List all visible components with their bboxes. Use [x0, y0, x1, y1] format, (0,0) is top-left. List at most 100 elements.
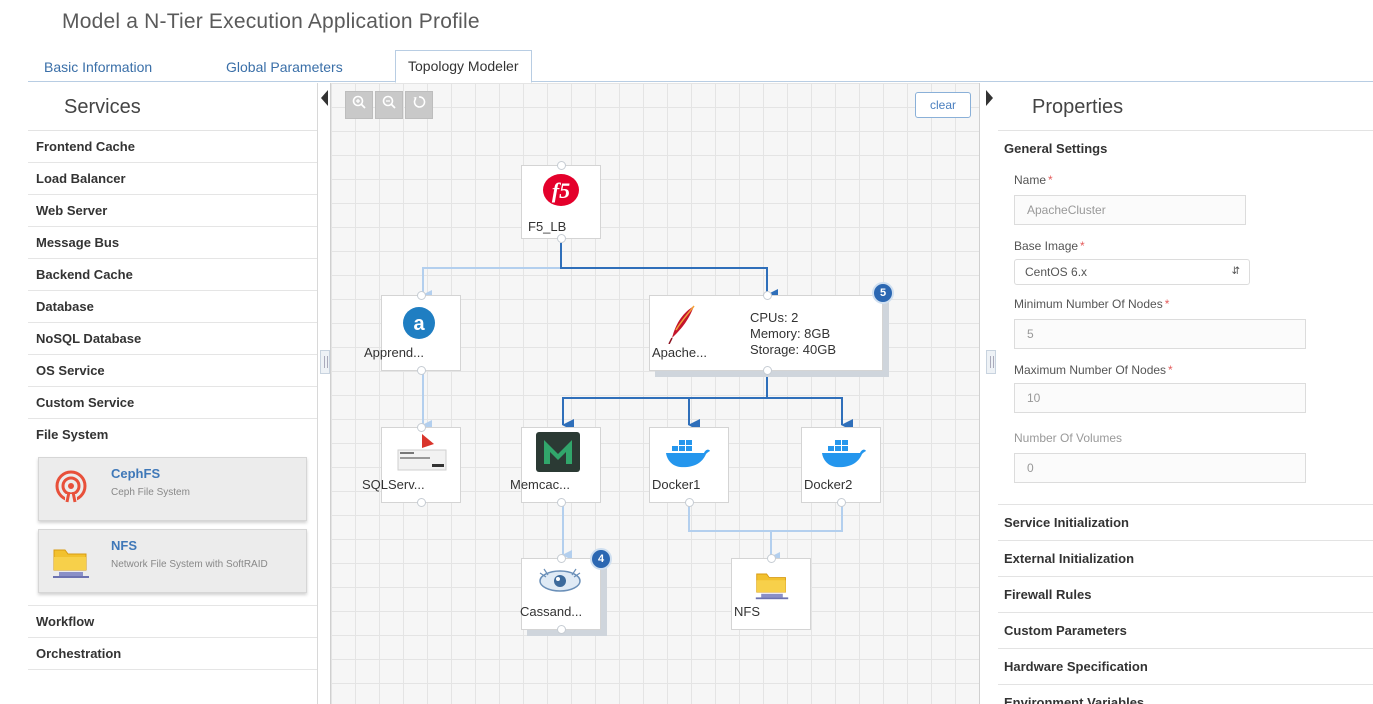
- tab-topology-modeler[interactable]: Topology Modeler: [395, 50, 532, 83]
- node-docker2-label: Docker2: [804, 477, 853, 492]
- min-nodes-input[interactable]: 5: [1014, 319, 1306, 349]
- select-arrows-icon: ⇵: [1231, 266, 1240, 277]
- node-port[interactable]: [417, 291, 426, 300]
- volumes-input[interactable]: 0: [1014, 453, 1306, 483]
- apache-cpus: CPUs: 2: [750, 310, 799, 325]
- node-port[interactable]: [837, 498, 846, 507]
- node-memcached-label: Memcac...: [510, 477, 570, 492]
- service-nosql-database[interactable]: NoSQL Database: [28, 323, 317, 355]
- svg-text:a: a: [413, 313, 425, 335]
- general-settings-form: Name * ApacheCluster Base Image * CentOS 6…: [998, 167, 1373, 505]
- section-general-settings[interactable]: General Settings: [998, 131, 1373, 167]
- docker-whale-icon: [822, 440, 866, 468]
- node-cassandra-label: Cassand...: [520, 604, 583, 619]
- tab-basic-information[interactable]: Basic Information: [32, 52, 164, 82]
- node-cassandra[interactable]: Cassand... 4: [520, 548, 612, 634]
- node-port[interactable]: [767, 554, 776, 563]
- node-docker2[interactable]: Docker2: [801, 427, 881, 507]
- node-port[interactable]: [557, 498, 566, 507]
- node-nfs[interactable]: NFS: [731, 554, 811, 630]
- base-image-field-label: Base Image *: [1014, 239, 1085, 253]
- apprenda-icon: a: [403, 307, 435, 339]
- required-marker: *: [1048, 173, 1053, 187]
- nfs-name: NFS: [111, 538, 137, 553]
- node-port[interactable]: [557, 161, 566, 170]
- node-port[interactable]: [417, 366, 426, 375]
- node-docker1[interactable]: Docker1: [649, 427, 729, 507]
- tab-global-parameters[interactable]: Global Parameters: [214, 52, 355, 82]
- apache-storage: Storage: 40GB: [750, 342, 836, 357]
- node-port[interactable]: [557, 554, 566, 563]
- sqlserver-icon: [397, 434, 447, 471]
- service-card-nfs[interactable]: NFS Network File System with SoftRAID: [38, 529, 307, 593]
- name-input[interactable]: ApacheCluster: [1014, 195, 1246, 225]
- folder-icon: [755, 573, 789, 600]
- service-orchestration[interactable]: Orchestration: [28, 638, 317, 670]
- cephfs-name: CephFS: [111, 466, 161, 481]
- node-apprenda[interactable]: a Apprend...: [364, 291, 461, 375]
- service-os-service[interactable]: OS Service: [28, 355, 317, 387]
- folder-icon: [51, 540, 91, 580]
- node-port[interactable]: [763, 366, 772, 375]
- instance-count-badge: 4: [590, 548, 612, 570]
- name-field-label: Name *: [1014, 173, 1053, 187]
- section-hardware-specification[interactable]: Hardware Specification: [998, 649, 1373, 685]
- service-file-system[interactable]: File System: [28, 419, 317, 451]
- tab-bar: Basic Information Global Parameters Topo…: [28, 50, 1373, 83]
- section-custom-parameters[interactable]: Custom Parameters: [998, 613, 1373, 649]
- section-firewall-rules[interactable]: Firewall Rules: [998, 577, 1373, 613]
- topology-canvas[interactable]: clear f5 F5_LB a Apprend... Apache... CP…: [330, 83, 980, 704]
- required-marker: *: [1080, 239, 1085, 253]
- connection-lines: [422, 243, 853, 562]
- service-load-balancer[interactable]: Load Balancer: [28, 163, 317, 195]
- link-f5-apache: [560, 243, 778, 301]
- node-nfs-label: NFS: [734, 604, 760, 619]
- name-label-text: Name: [1014, 173, 1047, 187]
- max-nodes-input[interactable]: 10: [1014, 383, 1306, 413]
- cassandra-eye-icon: [539, 568, 581, 592]
- apache-feather-icon: [668, 305, 695, 344]
- node-memcached[interactable]: Memcac...: [510, 427, 601, 507]
- service-database[interactable]: Database: [28, 291, 317, 323]
- service-message-bus[interactable]: Message Bus: [28, 227, 317, 259]
- service-card-cephfs[interactable]: CephFS Ceph File System: [38, 457, 307, 521]
- node-port[interactable]: [557, 625, 566, 634]
- node-apache[interactable]: Apache... CPUs: 2 Memory: 8GB Storage: 4…: [649, 282, 894, 375]
- left-panel-resize-handle[interactable]: [320, 350, 330, 374]
- properties-title: Properties: [998, 83, 1373, 131]
- right-panel-resize-handle[interactable]: [986, 350, 996, 374]
- max-nodes-field-label: Maximum Number Of Nodes *: [1014, 363, 1173, 377]
- f5-logo-icon: f5: [543, 174, 579, 206]
- apache-memory: Memory: 8GB: [750, 326, 831, 341]
- min-nodes-label-text: Minimum Number Of Nodes: [1014, 297, 1163, 311]
- node-port[interactable]: [417, 498, 426, 507]
- properties-panel: Properties General Settings Name * Apache…: [998, 83, 1373, 704]
- svg-text:f5: f5: [552, 178, 570, 203]
- service-web-server[interactable]: Web Server: [28, 195, 317, 227]
- nfs-desc: Network File System with SoftRAID: [111, 559, 268, 570]
- instance-count-badge: 5: [872, 282, 894, 304]
- node-f5-lb[interactable]: f5 F5_LB: [521, 161, 601, 243]
- service-backend-cache[interactable]: Backend Cache: [28, 259, 317, 291]
- node-port[interactable]: [417, 423, 426, 432]
- ceph-icon: [51, 468, 91, 508]
- service-workflow[interactable]: Workflow: [28, 606, 317, 638]
- node-port[interactable]: [763, 291, 772, 300]
- docker-whale-icon: [666, 440, 710, 468]
- collapse-right-arrow-icon[interactable]: [986, 90, 993, 106]
- base-image-value: CentOS 6.x: [1025, 265, 1088, 279]
- collapse-left-arrow-icon[interactable]: [321, 90, 328, 106]
- link-apache-docker2: [767, 397, 853, 431]
- service-frontend-cache[interactable]: Frontend Cache: [28, 131, 317, 163]
- node-sqlserver[interactable]: SQLServ...: [362, 423, 461, 507]
- base-image-select[interactable]: CentOS 6.x ⇵: [1014, 259, 1250, 285]
- service-custom-service[interactable]: Custom Service: [28, 387, 317, 419]
- link-apache-memcached: [562, 373, 768, 431]
- app-root: Model a N-Tier Execution Application Pro…: [0, 0, 1373, 704]
- node-f5-label: F5_LB: [528, 219, 567, 234]
- node-port[interactable]: [685, 498, 694, 507]
- section-environment-variables[interactable]: Environment Variables: [998, 685, 1373, 704]
- section-external-initialization[interactable]: External Initialization: [998, 541, 1373, 577]
- node-port[interactable]: [557, 234, 566, 243]
- section-service-initialization[interactable]: Service Initialization: [998, 505, 1373, 541]
